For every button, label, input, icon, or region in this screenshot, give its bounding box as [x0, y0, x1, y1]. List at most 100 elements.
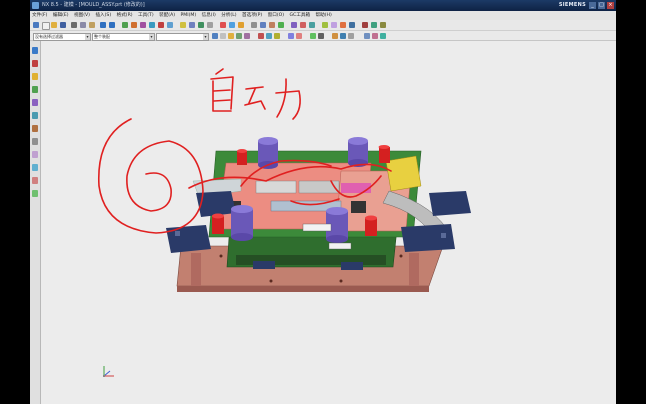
selection-scope-dropdown[interactable]: 整个装配 ▾ [92, 32, 155, 41]
undo-icon[interactable] [100, 22, 106, 28]
assembly-constraints-icon[interactable] [220, 22, 226, 28]
zoom-icon[interactable] [260, 22, 266, 28]
deselect-icon[interactable] [220, 32, 226, 39]
pan-icon[interactable] [278, 22, 284, 28]
show-hide-icon[interactable] [331, 22, 337, 28]
base-block-1 [253, 261, 275, 269]
menu-information[interactable]: 信息(I) [200, 11, 218, 20]
snap-intersection-icon[interactable] [266, 32, 272, 39]
quick-pick-icon[interactable] [380, 32, 386, 39]
new-file-icon[interactable] [42, 22, 50, 30]
snap-control-point-icon[interactable] [340, 32, 346, 39]
chamfer-icon[interactable] [189, 22, 195, 28]
save-icon[interactable] [60, 22, 66, 28]
fit-view-icon[interactable] [251, 22, 257, 28]
unite-icon[interactable] [158, 22, 164, 28]
red-cylinder-br [365, 215, 377, 236]
snap-on-face-icon[interactable] [318, 32, 324, 39]
menu-tools[interactable]: 工具(T) [136, 11, 156, 20]
history-icon[interactable] [32, 125, 38, 132]
graphics-window[interactable] [41, 41, 616, 404]
menu-file[interactable]: 文件(F) [30, 11, 49, 20]
system-scenes-icon[interactable] [32, 190, 38, 197]
copy-icon[interactable] [80, 22, 86, 28]
snap-existing-point-icon[interactable] [288, 32, 294, 39]
snap-bounded-grid-icon[interactable] [348, 32, 354, 39]
pattern-icon[interactable] [207, 22, 213, 28]
menu-format[interactable]: 格式(R) [115, 11, 135, 20]
assembly-navigator-icon[interactable] [32, 47, 38, 54]
start-menu-icon[interactable] [33, 22, 39, 28]
bolt-4 [399, 254, 403, 258]
constraint-navigator-icon[interactable] [32, 60, 38, 67]
close-button[interactable]: × [607, 2, 614, 9]
system-materials-icon[interactable] [32, 138, 38, 145]
redo-icon[interactable] [109, 22, 115, 28]
selection-bar: 没有选择过滤器 ▾ 整个装配 ▾ ▾ [30, 31, 616, 41]
render-style-icon[interactable] [291, 22, 297, 28]
chevron-down-icon: ▾ [149, 33, 154, 40]
snap-dropdown[interactable]: ▾ [156, 32, 209, 41]
cut-icon[interactable] [71, 22, 77, 28]
menu-assemblies[interactable]: 装配(A) [157, 11, 177, 20]
red-cylinder-tr [378, 145, 390, 163]
roles-icon[interactable] [32, 177, 38, 184]
process-studio-icon[interactable] [32, 151, 38, 158]
maximize-button[interactable]: □ [598, 2, 605, 9]
orient-view-icon[interactable] [300, 22, 306, 28]
chevron-down-icon: ▾ [203, 33, 208, 40]
menu-view[interactable]: 视图(V) [72, 11, 92, 20]
menu-analysis[interactable]: 分析(L) [219, 11, 238, 20]
clamp-left-bottom [166, 225, 211, 253]
snap-endpoint-icon[interactable] [228, 32, 234, 39]
selection-intent-icon[interactable] [372, 32, 378, 39]
menu-pmi[interactable]: PMI(M) [179, 11, 199, 20]
synchronous-modeling-icon[interactable] [380, 22, 386, 28]
menu-insert[interactable]: 插入(S) [93, 11, 113, 20]
minimize-button[interactable]: _ [589, 2, 596, 9]
menu-help[interactable]: 帮助(H) [314, 11, 334, 20]
shell-icon[interactable] [198, 22, 204, 28]
menu-gc-toolkit[interactable]: GC工具箱 [288, 11, 313, 20]
clamp-left-bottom-hole [175, 231, 180, 236]
add-component-icon[interactable] [229, 22, 235, 28]
analysis-icon[interactable] [349, 22, 355, 28]
web-browser-icon[interactable] [32, 112, 38, 119]
snap-point-icon[interactable] [258, 32, 264, 39]
open-file-icon[interactable] [51, 22, 57, 28]
reuse-library-icon[interactable] [32, 86, 38, 93]
snap-midpoint-icon[interactable] [236, 32, 242, 39]
resource-bar [30, 41, 41, 404]
snap-pole-icon[interactable] [332, 32, 338, 39]
snap-tangent-icon[interactable] [296, 32, 302, 39]
clamp-right-bottom [401, 224, 455, 252]
nameplate-2 [328, 242, 352, 250]
menu-preferences[interactable]: 首选项(P) [240, 11, 264, 20]
layer-settings-icon[interactable] [322, 22, 328, 28]
snap-quadrant-icon[interactable] [274, 32, 280, 39]
select-all-icon[interactable] [212, 32, 218, 39]
snap-center-icon[interactable] [244, 32, 250, 39]
type-filter-dropdown[interactable]: 没有选择过滤器 ▾ [33, 32, 91, 41]
bolt-2 [269, 279, 273, 283]
paste-icon[interactable] [89, 22, 95, 28]
sketch-icon[interactable] [122, 22, 128, 28]
part-navigator-icon[interactable] [32, 73, 38, 80]
edge-blend-icon[interactable] [180, 22, 186, 28]
section-view-icon[interactable] [309, 22, 315, 28]
extrude-icon[interactable] [131, 22, 137, 28]
manufacturing-wizard-icon[interactable] [32, 164, 38, 171]
mold-wizard-icon[interactable] [362, 22, 368, 28]
hd3d-tools-icon[interactable] [32, 99, 38, 106]
hole-icon[interactable] [149, 22, 155, 28]
rotate-icon[interactable] [269, 22, 275, 28]
subtract-icon[interactable] [167, 22, 173, 28]
menu-edit[interactable]: 编辑(E) [51, 11, 71, 20]
snap-on-curve-icon[interactable] [310, 32, 316, 39]
gc-toolkit-icon[interactable] [371, 22, 377, 28]
menu-window[interactable]: 窗口(O) [266, 11, 286, 20]
measure-distance-icon[interactable] [340, 22, 346, 28]
selection-option-icon[interactable] [364, 32, 370, 39]
revolve-icon[interactable] [140, 22, 146, 28]
move-component-icon[interactable] [238, 22, 244, 28]
